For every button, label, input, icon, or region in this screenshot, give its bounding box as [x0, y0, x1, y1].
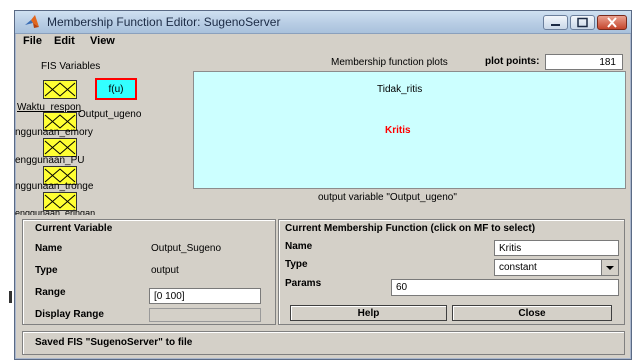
background-window-edge [0, 0, 14, 360]
close-window-button[interactable] [597, 15, 627, 30]
cv-type-value: output [151, 265, 179, 276]
fis-output-box[interactable]: f(u) [95, 78, 137, 100]
fis-var-label-3: enggunaan_PU [15, 155, 85, 166]
cv-range-value: [0 100] [154, 291, 185, 302]
cv-name-label: Name [35, 243, 63, 254]
maximize-button[interactable] [570, 15, 595, 30]
cv-range-input[interactable]: [0 100] [149, 288, 261, 304]
minimize-button[interactable] [543, 15, 568, 30]
menu-view[interactable]: View [90, 35, 115, 47]
mf-name-input[interactable]: Kritis [494, 240, 619, 256]
close-button-label: Close [518, 307, 546, 319]
mf-name-label: Name [285, 241, 313, 252]
fis-output-box-label: f(u) [108, 83, 124, 95]
output-variable-caption: output variable "Output_ugeno" [318, 192, 457, 203]
fis-var-label-5: enggunaan_eringan [15, 208, 96, 215]
current-variable-heading: Current Variable [35, 223, 113, 234]
cv-name-value: Output_Sugeno [151, 243, 222, 254]
mf-type-select[interactable]: constant [494, 259, 619, 276]
mf-plot-area[interactable]: Tidak_ritis Kritis [193, 71, 626, 189]
window: Membership Function Editor: SugenoServer… [14, 10, 632, 360]
mf-label-tidak-kritis[interactable]: Tidak_ritis [377, 84, 422, 95]
dropdown-arrow-icon[interactable] [601, 260, 618, 275]
cv-display-range-input [149, 308, 261, 322]
close-button[interactable]: Close [452, 305, 612, 321]
plot-points-value: 181 [599, 57, 616, 68]
help-button[interactable]: Help [290, 305, 447, 321]
mf-params-value: 60 [396, 282, 408, 293]
mf-params-input[interactable]: 60 [391, 279, 619, 296]
menu-bar: File Edit View [15, 34, 631, 50]
menu-edit[interactable]: Edit [54, 35, 75, 47]
mf-type-value: constant [499, 262, 537, 273]
cv-range-label: Range [35, 287, 66, 298]
cv-display-range-label: Display Range [35, 309, 104, 320]
menu-file[interactable]: File [23, 35, 42, 47]
fis-var-label-2: nggunaan_emory [15, 127, 93, 138]
window-title: Membership Function Editor: SugenoServer [47, 15, 281, 29]
status-bar: Saved FIS "SugenoServer" to file [22, 331, 625, 355]
mf-name-value: Kritis [499, 243, 522, 254]
cv-type-label: Type [35, 265, 58, 276]
background-window-marker [9, 291, 12, 303]
mf-label-kritis[interactable]: Kritis [385, 125, 411, 136]
matlab-logo-icon [24, 14, 40, 30]
mf-params-label: Params [285, 278, 322, 289]
current-mf-heading: Current Membership Function (click on MF… [285, 223, 536, 234]
fis-variables-heading: FIS Variables [41, 61, 101, 72]
fis-input-box-waktu[interactable] [43, 80, 77, 99]
mf-plots-heading: Membership function plots [331, 57, 448, 68]
mf-type-label: Type [285, 259, 308, 270]
current-variable-panel: Current Variable Name Output_Sugeno Type… [22, 219, 276, 325]
status-text: Saved FIS "SugenoServer" to file [35, 337, 193, 348]
fis-var-label-4: nggunaan_tronge [15, 181, 94, 192]
plot-points-label: plot points: [485, 56, 540, 67]
fis-var-label-1: Output_ugeno [78, 109, 142, 120]
title-bar: Membership Function Editor: SugenoServer [15, 11, 631, 34]
help-button-label: Help [357, 307, 380, 319]
plot-points-input[interactable]: 181 [545, 54, 623, 70]
